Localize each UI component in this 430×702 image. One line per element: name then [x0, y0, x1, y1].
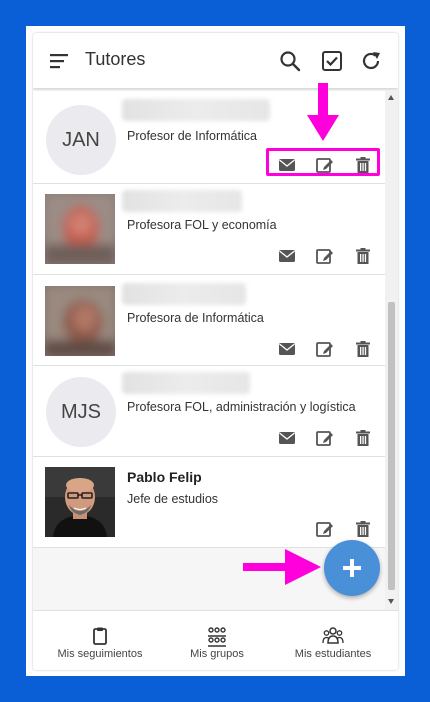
mail-icon[interactable] [277, 246, 297, 266]
blurred-name [122, 372, 250, 394]
menu-icon[interactable] [49, 51, 71, 71]
mail-icon[interactable] [277, 339, 297, 359]
scroll-up-arrow-icon[interactable] [388, 95, 394, 100]
add-tutor-button[interactable] [324, 540, 380, 596]
edit-icon[interactable] [315, 519, 335, 539]
nav-label: Mis grupos [190, 648, 244, 660]
tutor-description: Profesora FOL, administración y logístic… [127, 400, 356, 414]
refresh-icon[interactable] [359, 49, 383, 73]
tutor-description: Jefe de estudios [127, 492, 219, 506]
delete-icon[interactable] [353, 428, 373, 448]
edit-icon[interactable] [315, 428, 335, 448]
blurred-name [122, 283, 246, 305]
avatar [45, 467, 115, 537]
page-title: Tutores [85, 49, 146, 69]
scrollbar-thumb[interactable] [388, 302, 395, 590]
avatar: JAN [46, 105, 116, 175]
checkbox-select-icon[interactable] [320, 49, 344, 73]
bottom-navigation: Mis seguimientos Mis grupos Mis estudian… [33, 610, 398, 670]
delete-icon[interactable] [353, 246, 373, 266]
blurred-name [122, 190, 242, 212]
groups-icon [208, 627, 226, 647]
tutor-description: Profesora de Informática [127, 311, 264, 325]
app-window: Tutores JAN Profesor de Informática Prof… [33, 33, 398, 670]
delete-icon[interactable] [353, 339, 373, 359]
nav-mis-seguimientos[interactable]: Mis seguimientos [45, 611, 155, 670]
top-bar: Tutores [33, 33, 398, 88]
tutor-row[interactable]: Profesora de Informática [33, 275, 385, 366]
clipboard-icon [93, 627, 107, 645]
down-arrow-annotation [307, 83, 339, 141]
delete-icon[interactable] [353, 519, 373, 539]
edit-icon[interactable] [315, 246, 335, 266]
tutor-row[interactable]: Profesora FOL y economía [33, 184, 385, 275]
scroll-down-arrow-icon[interactable] [388, 599, 394, 604]
right-arrow-annotation [243, 549, 321, 585]
list-scrollbar[interactable] [385, 91, 398, 611]
edit-icon[interactable] [315, 339, 335, 359]
tutor-name: Pablo Felip [127, 469, 202, 485]
tutor-description: Profesor de Informática [127, 129, 257, 143]
plus-icon [343, 559, 361, 577]
tutor-row[interactable]: Pablo Felip Jefe de estudios [33, 457, 385, 548]
nav-label: Mis estudiantes [294, 648, 372, 660]
nav-mis-estudiantes[interactable]: Mis estudiantes [279, 611, 387, 670]
avatar [45, 286, 115, 356]
tutor-list: JAN Profesor de Informática Profesora FO… [33, 91, 385, 551]
search-icon[interactable] [278, 49, 302, 73]
blurred-name [122, 99, 270, 121]
nav-mis-grupos[interactable]: Mis grupos [167, 611, 267, 670]
tutor-description: Profesora FOL y economía [127, 218, 277, 232]
students-icon [322, 627, 344, 644]
mail-icon[interactable] [277, 428, 297, 448]
avatar [45, 194, 115, 264]
avatar: MJS [46, 377, 116, 447]
nav-label: Mis seguimientos [57, 648, 143, 660]
actions-highlight-box [266, 148, 380, 176]
tutor-row[interactable]: MJS Profesora FOL, administración y logí… [33, 366, 385, 457]
